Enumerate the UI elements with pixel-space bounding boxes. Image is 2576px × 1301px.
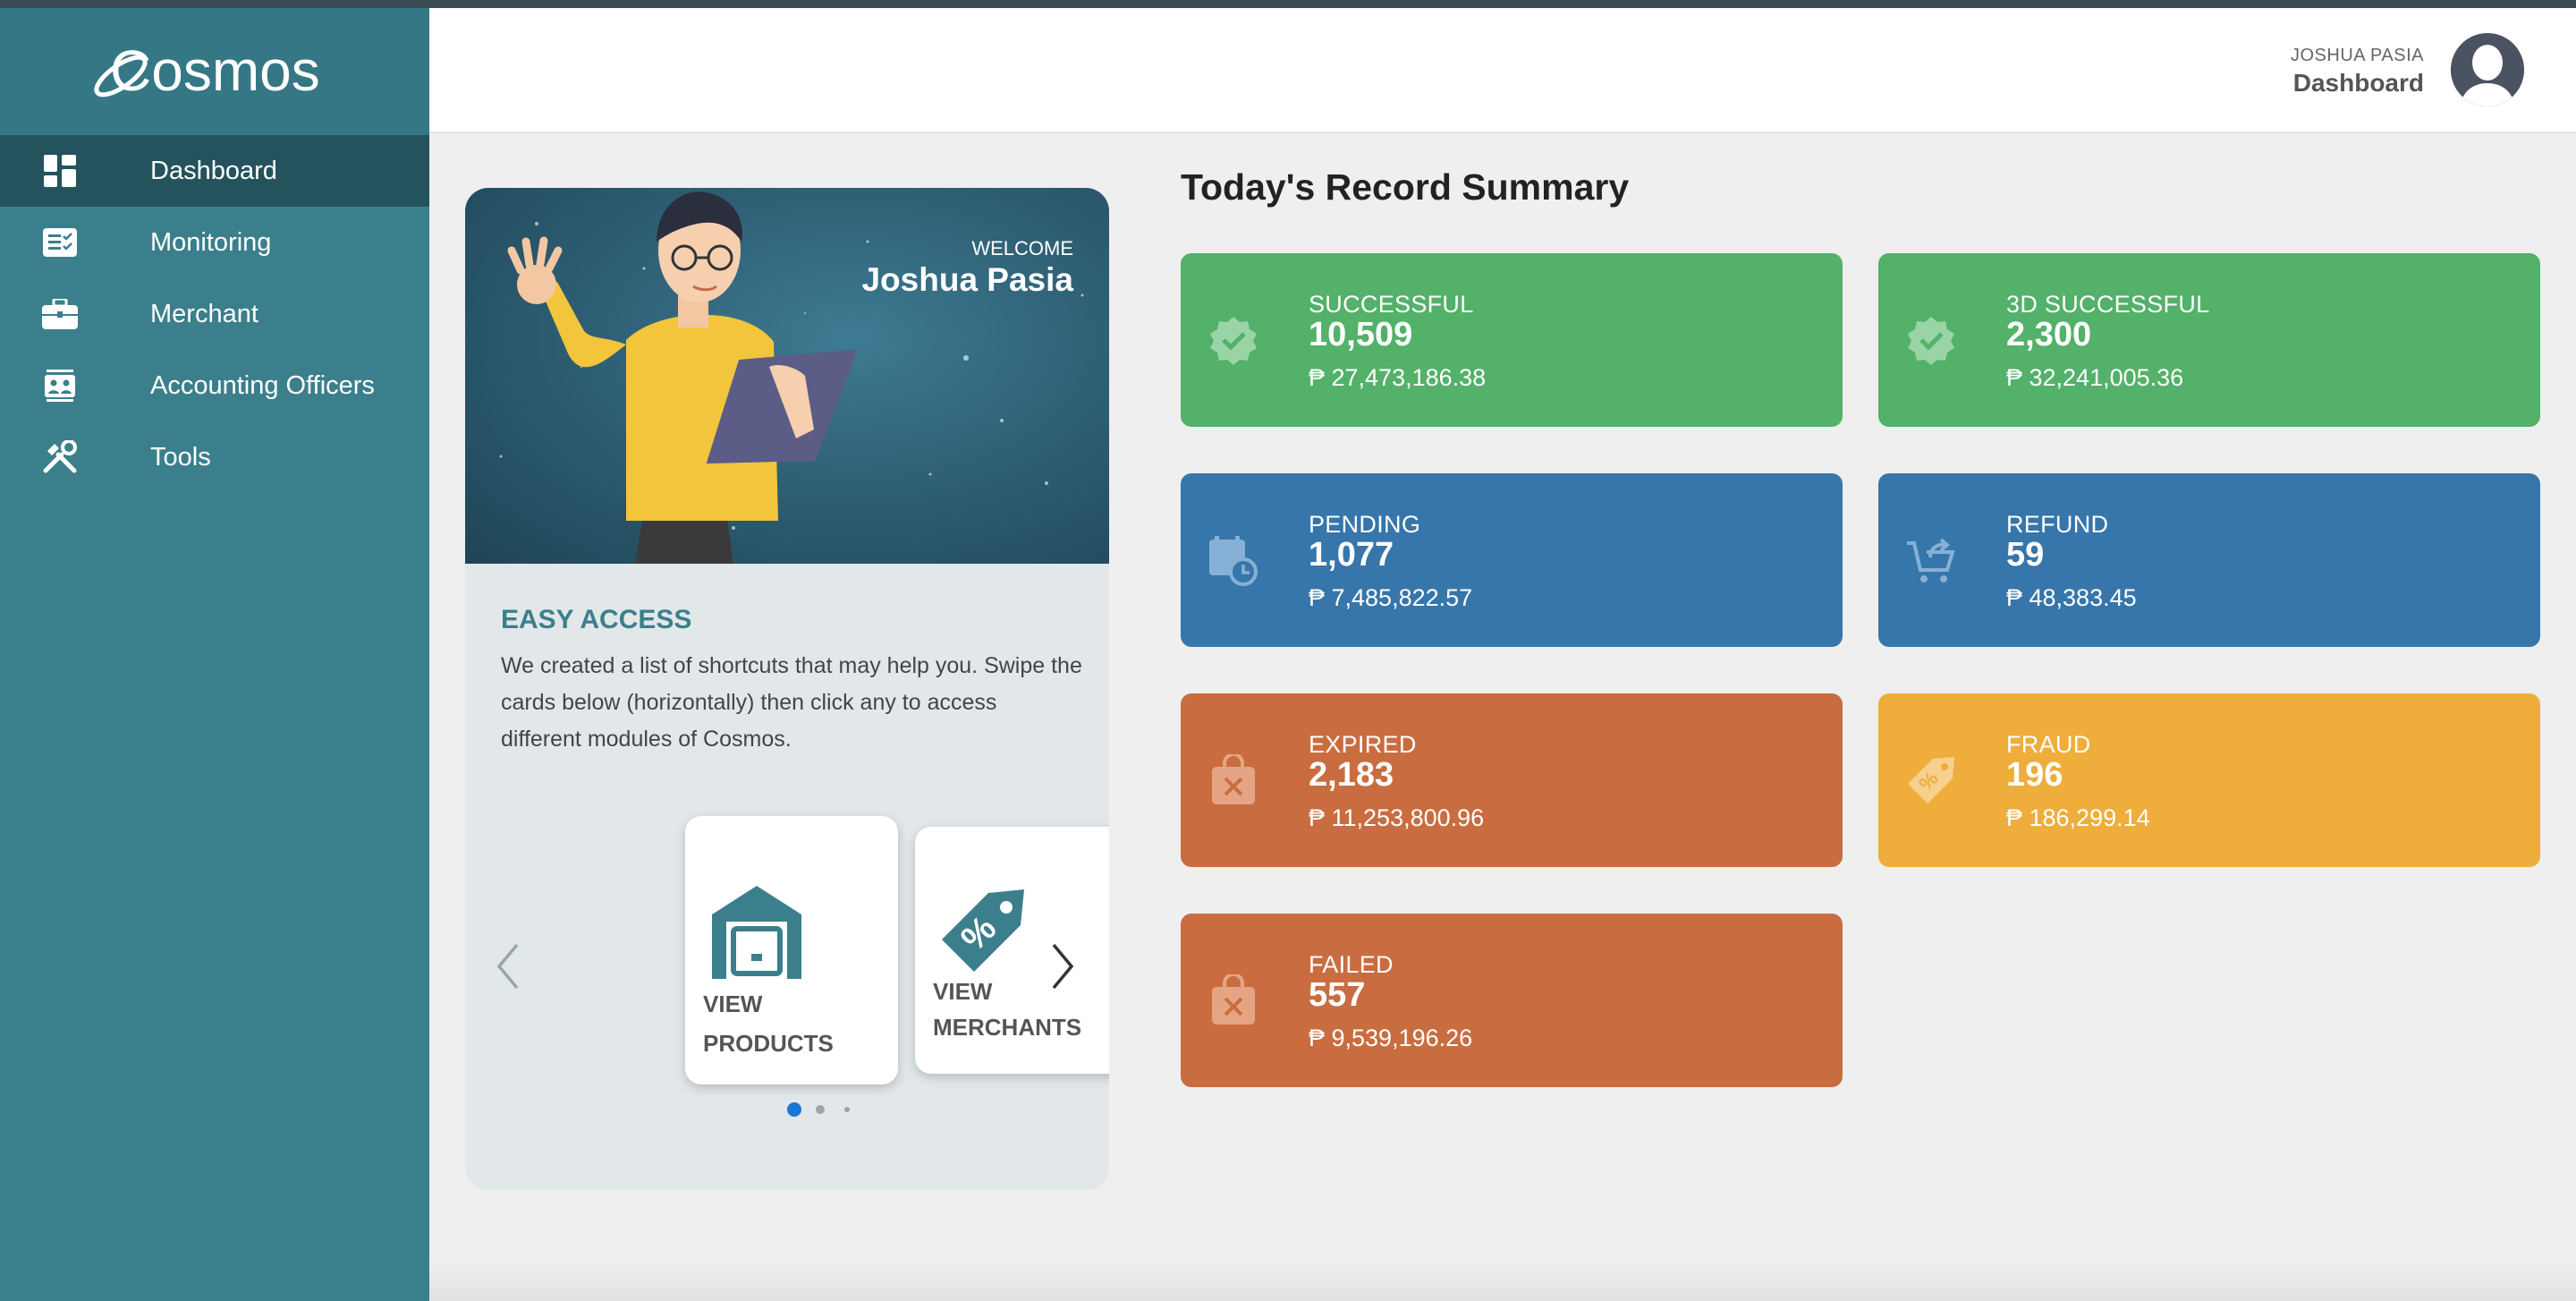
- user-name: JOSHUA PASIA: [2290, 46, 2424, 65]
- waving-man-illustration: WELCOME Joshua Pasia: [499, 191, 1084, 564]
- sidebar-item-monitoring[interactable]: Monitoring: [0, 207, 429, 278]
- sidebar-item-label: Merchant: [150, 299, 258, 328]
- stat-count: 10,509: [1309, 316, 1413, 353]
- tools-icon: [41, 439, 79, 475]
- sidebar: Cosmos Dashboard Monitoring Merchant Acc…: [0, 8, 429, 1301]
- stat-amount: ₱ 11,253,800.96: [1309, 804, 1485, 831]
- contacts-icon: [41, 368, 79, 404]
- welcome-label: WELCOME: [971, 237, 1073, 259]
- stat-card-3d-successful[interactable]: 3D SUCCESSFUL 2,300 ₱ 32,241,005.36: [1878, 253, 2540, 427]
- sidebar-item-label: Dashboard: [150, 156, 277, 185]
- stat-count: 2,183: [1309, 756, 1394, 794]
- warehouse-icon: [712, 886, 801, 979]
- sidebar-item-merchant[interactable]: Merchant: [0, 278, 429, 350]
- price-tag-icon: %: [942, 889, 1024, 972]
- tag-percent-icon: %: [1902, 751, 1961, 810]
- stat-count: 196: [2006, 756, 2063, 794]
- cosmos-logo[interactable]: Cosmos: [0, 8, 429, 135]
- carousel-dot[interactable]: [816, 1105, 825, 1114]
- chevron-right-icon: [1052, 943, 1074, 990]
- sidebar-item-label: Monitoring: [150, 227, 272, 257]
- stat-card-fraud[interactable]: % FRAUD 196 ₱ 186,299.14: [1878, 693, 2540, 867]
- sidebar-item-tools[interactable]: Tools: [0, 421, 429, 493]
- stat-count: 557: [1309, 976, 1366, 1014]
- bottom-shade: [429, 1262, 2576, 1301]
- verified-badge-icon: [1204, 310, 1263, 370]
- verified-badge-icon: [1902, 310, 1961, 370]
- stat-amount: ₱ 27,473,186.38: [1309, 364, 1487, 391]
- carousel-next-button[interactable]: [1046, 940, 1079, 993]
- sidebar-item-label: Accounting Officers: [150, 370, 375, 400]
- briefcase-icon: [41, 296, 79, 332]
- stat-label: PENDING: [1309, 511, 1421, 538]
- card-label-line2: MERCHANTS: [933, 1014, 1082, 1041]
- stat-card-refund[interactable]: REFUND 59 ₱ 48,383.45: [1878, 473, 2540, 647]
- bag-x-icon: [1204, 971, 1263, 1030]
- stat-label: SUCCESSFUL: [1309, 291, 1474, 318]
- stat-label: FAILED: [1309, 951, 1394, 978]
- easy-access-description: We created a list of shortcuts that may …: [501, 653, 1082, 752]
- cosmos-logo-mark: Cosmos: [94, 38, 320, 103]
- card-label-line1: VIEW: [703, 991, 763, 1017]
- view-merchants-card[interactable]: % VIEW MERCHANTS: [915, 827, 1109, 1074]
- stat-count: 1,077: [1309, 536, 1394, 574]
- welcome-hero: WELCOME Joshua Pasia: [465, 188, 1109, 564]
- bag-x-icon: [1204, 751, 1263, 810]
- easy-access-title: EASY ACCESS: [501, 605, 692, 634]
- card-label-line1: VIEW: [933, 978, 993, 1005]
- stat-count: 2,300: [2006, 316, 2092, 353]
- welcome-card: WELCOME Joshua Pasia EASY ACCESS We crea…: [465, 188, 1109, 1190]
- card-label-line2: PRODUCTS: [703, 1030, 834, 1057]
- logo-text: Cosmos: [110, 38, 320, 103]
- calendar-clock-icon: [1204, 531, 1263, 590]
- stat-card-pending[interactable]: PENDING 1,077 ₱ 7,485,822.57: [1181, 473, 1843, 647]
- sidebar-item-accounting-officers[interactable]: Accounting Officers: [0, 350, 429, 421]
- stat-label: REFUND: [2006, 511, 2109, 538]
- stat-amount: ₱ 9,539,196.26: [1309, 1025, 1473, 1051]
- chevron-left-icon: [496, 943, 519, 990]
- top-bar: JOSHUA PASIA Dashboard: [429, 8, 2576, 133]
- stat-label: EXPIRED: [1309, 731, 1417, 758]
- stat-amount: ₱ 186,299.14: [2006, 804, 2150, 831]
- stat-amount: ₱ 48,383.45: [2006, 584, 2137, 611]
- view-products-card[interactable]: VIEW PRODUCTS: [685, 816, 898, 1084]
- carousel-dot[interactable]: [844, 1107, 850, 1112]
- summary-title: Today's Record Summary: [1181, 166, 1630, 208]
- carousel-dot-active[interactable]: [787, 1102, 801, 1117]
- stat-card-expired[interactable]: EXPIRED 2,183 ₱ 11,253,800.96: [1181, 693, 1843, 867]
- avatar[interactable]: [2451, 33, 2524, 106]
- stat-count: 59: [2006, 536, 2045, 574]
- dashboard-icon: [41, 153, 79, 189]
- welcome-user-name: Joshua Pasia: [861, 261, 1073, 298]
- sidebar-item-dashboard[interactable]: Dashboard: [0, 135, 429, 207]
- current-page-label: Dashboard: [2292, 69, 2424, 97]
- carousel-prev-button[interactable]: [492, 940, 524, 993]
- stat-label: 3D SUCCESSFUL: [2006, 291, 2210, 318]
- stat-amount: ₱ 32,241,005.36: [2006, 364, 2184, 391]
- sidebar-item-label: Tools: [150, 442, 211, 472]
- window-top-strip: [0, 0, 2576, 8]
- stat-amount: ₱ 7,485,822.57: [1309, 584, 1473, 611]
- user-avatar-icon: [2451, 33, 2524, 106]
- cart-return-icon: [1902, 531, 1961, 590]
- monitoring-icon: [41, 225, 79, 260]
- stat-card-failed[interactable]: FAILED 557 ₱ 9,539,196.26: [1181, 914, 1843, 1087]
- stat-card-successful[interactable]: SUCCESSFUL 10,509 ₱ 27,473,186.38: [1181, 253, 1843, 427]
- stat-label: FRAUD: [2006, 731, 2091, 758]
